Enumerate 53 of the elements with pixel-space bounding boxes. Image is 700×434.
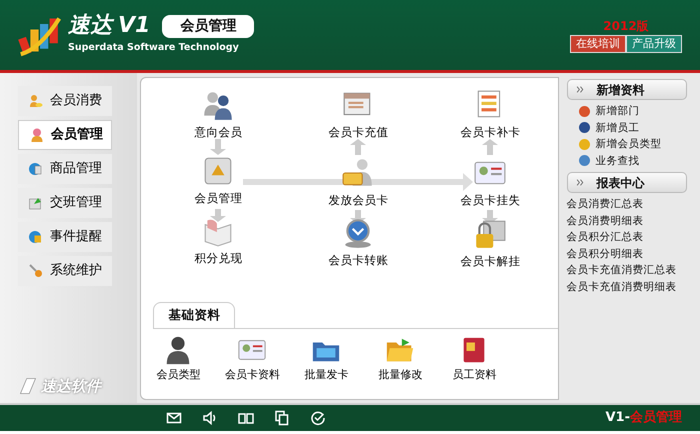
footer-logo: 速达软件 (41, 376, 101, 396)
header-button[interactable]: 产品升级 (626, 35, 682, 53)
sidebar-item[interactable]: 会员管理 (18, 120, 112, 150)
flow-node[interactable]: 积分兑现 (176, 214, 260, 268)
footer-product: V1- (605, 409, 630, 428)
report-link[interactable]: 会员卡充值消费明细表 (566, 278, 694, 295)
shortcut-item[interactable]: 批量发卡 (292, 334, 360, 384)
flow-arrow (482, 139, 498, 155)
report-link[interactable]: 业务查找 (578, 152, 694, 169)
section-title: 新增资料 (596, 82, 645, 98)
flow-node[interactable]: 会员卡补卡 (448, 88, 532, 142)
section-title: 报表中心 (596, 174, 645, 192)
version-label: V1 (118, 15, 150, 38)
edition-label: 2012版 (603, 18, 649, 35)
report-link[interactable]: 新增部门 (578, 103, 694, 120)
report-link[interactable]: 会员积分汇总表 (566, 229, 694, 246)
report-link[interactable]: 新增员工 (578, 120, 694, 136)
flow-node[interactable]: 会员管理 (176, 154, 260, 208)
shortcut-item[interactable]: 会员类型 (144, 334, 212, 384)
person-icon (29, 127, 45, 143)
flow-node[interactable]: 会员卡充值 (316, 88, 400, 142)
shortcut-item[interactable]: 员工资料 (440, 334, 508, 384)
report-link[interactable]: 会员消费明细表 (566, 212, 694, 229)
copy-icon (273, 410, 291, 426)
person-coin-icon (28, 93, 44, 109)
report-link[interactable]: 新增会员类型 (578, 136, 694, 152)
section-tab[interactable]: 基础资料 (153, 302, 236, 328)
wrench-icon (28, 263, 44, 279)
module-title: 会员管理 (162, 14, 254, 38)
shortcut-item[interactable]: 批量修改 (366, 334, 434, 384)
flow-arrow (350, 139, 366, 155)
company-name: Superdata Software Technology (68, 40, 240, 55)
report-link[interactable]: 会员消费汇总表 (566, 196, 694, 212)
flow-arrow (210, 209, 226, 222)
check-circle-icon (309, 410, 327, 426)
footer-module: 会员管理 (630, 409, 682, 428)
flow-node[interactable]: 会员卡挂失 (448, 156, 532, 210)
report-link[interactable]: 会员卡充值消费汇总表 (566, 262, 694, 278)
globe-icon (28, 229, 44, 245)
s-logo-icon (18, 376, 38, 396)
brand-name: 速达 (68, 15, 112, 38)
double-chevron-icon (576, 178, 585, 187)
flow-node[interactable]: 发放会员卡 (316, 156, 400, 210)
shortcut-item[interactable]: 会员卡资料 (218, 334, 286, 384)
report-link[interactable]: 会员积分明细表 (566, 246, 694, 262)
mail-icon (165, 410, 183, 426)
globe-icon (28, 161, 44, 177)
header-button[interactable]: 在线培训 (570, 35, 626, 53)
double-chevron-icon (576, 85, 585, 94)
flow-node[interactable]: 会员卡转账 (316, 216, 400, 270)
flow-node[interactable]: 意向会员 (176, 88, 260, 142)
flow-arrow (210, 139, 226, 155)
flow-node[interactable]: 会员卡解挂 (448, 217, 532, 270)
